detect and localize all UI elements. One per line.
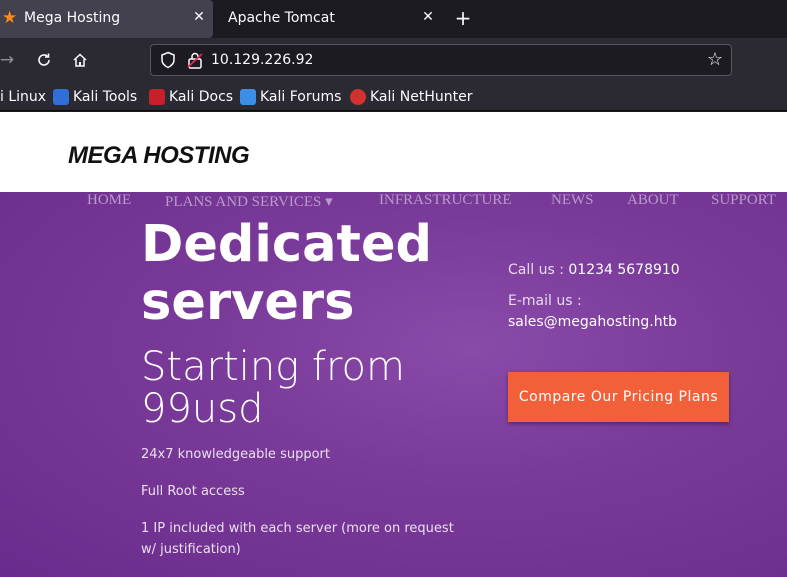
kali-nethunter-icon (350, 89, 366, 105)
site-header: MEGA HOSTING (0, 112, 787, 192)
bookmark-kali-linux[interactable]: i Linux (0, 87, 46, 107)
bookmark-label: Kali NetHunter (370, 89, 473, 105)
bookmark-kali-tools[interactable]: Kali Tools (53, 87, 137, 107)
phone-label: Call us : (508, 262, 564, 278)
tab-apache-tomcat[interactable]: Apache Tomcat ✕ (213, 0, 442, 38)
nav-infrastructure[interactable]: INFRASTRUCTURE (379, 192, 512, 209)
bookmark-label: Kali Forums (260, 89, 342, 105)
bookmark-kali-forums[interactable]: Kali Forums (240, 87, 341, 107)
hero-subtitle: Starting from 99usd (141, 344, 405, 432)
kali-docs-icon (149, 89, 165, 105)
tab-mega-hosting[interactable]: ★ Mega Hosting ✕ (0, 0, 213, 38)
kali-forums-icon (240, 89, 256, 105)
site-logo[interactable]: MEGA HOSTING (68, 142, 250, 170)
new-tab-plus-icon[interactable]: + (451, 7, 475, 31)
insecure-lock-icon[interactable] (187, 51, 203, 69)
feature-item: 1 IP included with each server (more on … (141, 521, 454, 557)
email-label: E-mail us : (508, 293, 582, 309)
reload-icon[interactable] (33, 49, 55, 71)
navigation-toolbar: → 10.129.226.92 ☆ (0, 38, 787, 83)
main-navigation: HOME PLANS AND SERVICES ▾ INFRASTRUCTURE… (0, 192, 787, 212)
feature-item: Full Root access (141, 484, 245, 499)
nav-news[interactable]: NEWS (551, 192, 594, 209)
shield-icon[interactable] (159, 51, 177, 69)
nav-home[interactable]: HOME (87, 192, 131, 209)
hero-section: HOME PLANS AND SERVICES ▾ INFRASTRUCTURE… (0, 192, 787, 577)
hero-title: Dedicated servers (141, 215, 433, 332)
nav-about[interactable]: ABOUT (627, 192, 679, 209)
star-favicon-icon: ★ (2, 8, 18, 28)
email-contact-value: sales@megahosting.htb (508, 312, 677, 333)
tab-title: Mega Hosting (24, 10, 121, 26)
nav-plans-and-services[interactable]: PLANS AND SERVICES ▾ (165, 192, 333, 211)
nav-support[interactable]: SUPPORT (711, 192, 776, 209)
phone-number: 01234 5678910 (568, 262, 680, 278)
bookmarks-toolbar: i Linux Kali Tools Kali Docs Kali Forums… (0, 83, 787, 111)
url-text[interactable]: 10.129.226.92 (211, 52, 313, 68)
compare-pricing-button[interactable]: Compare Our Pricing Plans (508, 372, 729, 422)
close-icon[interactable]: ✕ (192, 10, 206, 24)
address-bar[interactable]: 10.129.226.92 ☆ (150, 44, 732, 76)
bookmark-label: i Linux (0, 89, 47, 105)
forward-arrow-icon[interactable]: → (0, 49, 18, 71)
bookmark-kali-nethunter[interactable]: Kali NetHunter (350, 87, 472, 107)
feature-item: 24x7 knowledgeable support (141, 447, 330, 462)
home-icon[interactable] (69, 49, 91, 71)
tab-title: Apache Tomcat (228, 10, 335, 26)
phone-contact: Call us : 01234 5678910 (508, 260, 680, 281)
bookmark-label: Kali Tools (73, 89, 138, 105)
email-address[interactable]: sales@megahosting.htb (508, 314, 677, 330)
kali-tools-icon (53, 89, 69, 105)
bookmark-kali-docs[interactable]: Kali Docs (149, 87, 233, 107)
close-icon[interactable]: ✕ (421, 10, 435, 24)
bookmark-label: Kali Docs (169, 89, 234, 105)
tab-bar: ★ Mega Hosting ✕ Apache Tomcat ✕ + (0, 0, 787, 38)
bookmark-star-icon[interactable]: ☆ (705, 49, 725, 71)
email-contact-label: E-mail us : (508, 291, 582, 312)
